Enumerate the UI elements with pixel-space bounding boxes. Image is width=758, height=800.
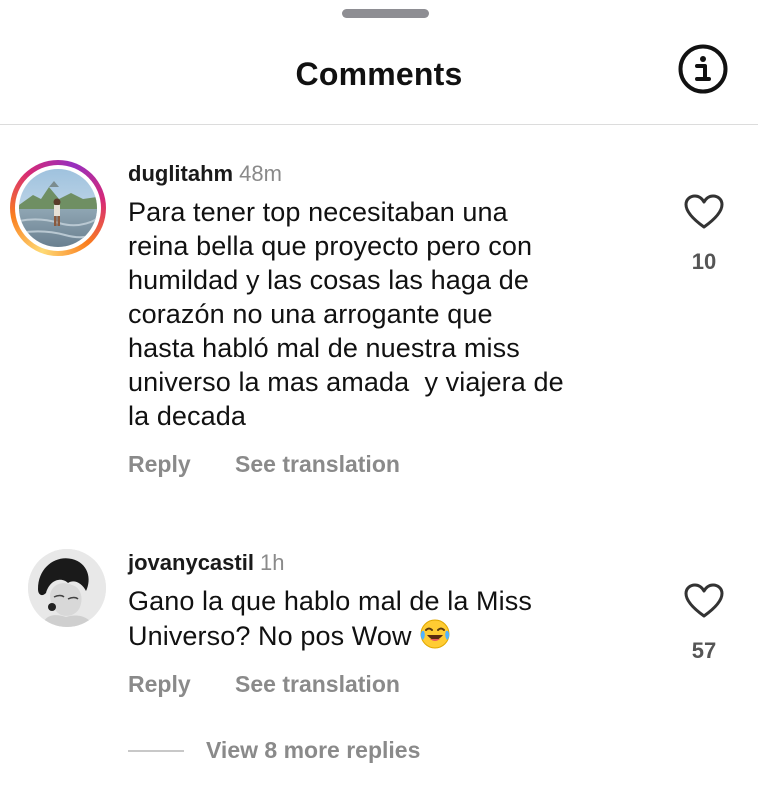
- avatar-jovanycastil[interactable]: [28, 549, 106, 627]
- see-translation-button[interactable]: See translation: [235, 671, 400, 698]
- info-circle-icon: [678, 44, 728, 94]
- like-count: 10: [691, 249, 717, 274]
- avatar-duglitahm[interactable]: [10, 160, 106, 256]
- comment-meta: jovanycastil 1h: [128, 550, 532, 576]
- heart-icon[interactable]: [684, 194, 724, 230]
- replies-rule: [128, 749, 184, 752]
- view-more-replies-button[interactable]: View 8 more replies: [128, 737, 420, 764]
- info-button[interactable]: [678, 44, 728, 94]
- like-control: 57: [674, 583, 734, 664]
- see-translation-button[interactable]: See translation: [235, 451, 400, 478]
- reply-button[interactable]: Reply: [128, 451, 191, 478]
- comment-username[interactable]: duglitahm: [128, 161, 233, 186]
- avatar-photo: [19, 169, 97, 247]
- comment-2: jovanycastil 1h Gano la que hablo mal de …: [128, 550, 532, 658]
- page-title: Comments: [295, 56, 463, 92]
- avatar-photo: [28, 549, 106, 627]
- comment-actions: Reply See translation: [128, 671, 400, 698]
- comment-actions: Reply See translation: [128, 451, 400, 478]
- comment-text: Para tener top necesitaban una reina bel…: [128, 197, 564, 431]
- comment-time: 1h: [259, 550, 285, 575]
- heart-icon[interactable]: [684, 583, 724, 619]
- view-replies-label: View 8 more replies: [206, 737, 421, 763]
- reply-button[interactable]: Reply: [128, 671, 191, 698]
- face-with-tears-of-joy-icon: [419, 618, 451, 658]
- like-count: 57: [691, 638, 717, 663]
- header-divider: [0, 124, 758, 125]
- comment-meta: duglitahm 48m: [128, 161, 564, 187]
- comment-text: Gano la que hablo mal de la Miss Univers…: [128, 584, 532, 658]
- like-control: 10: [674, 194, 734, 275]
- sheet-grabber-handle[interactable]: [342, 9, 429, 18]
- comment-1: duglitahm 48m Para tener top necesitaban …: [128, 161, 564, 433]
- comment-username[interactable]: jovanycastil: [128, 550, 254, 575]
- comment-time: 48m: [239, 161, 282, 186]
